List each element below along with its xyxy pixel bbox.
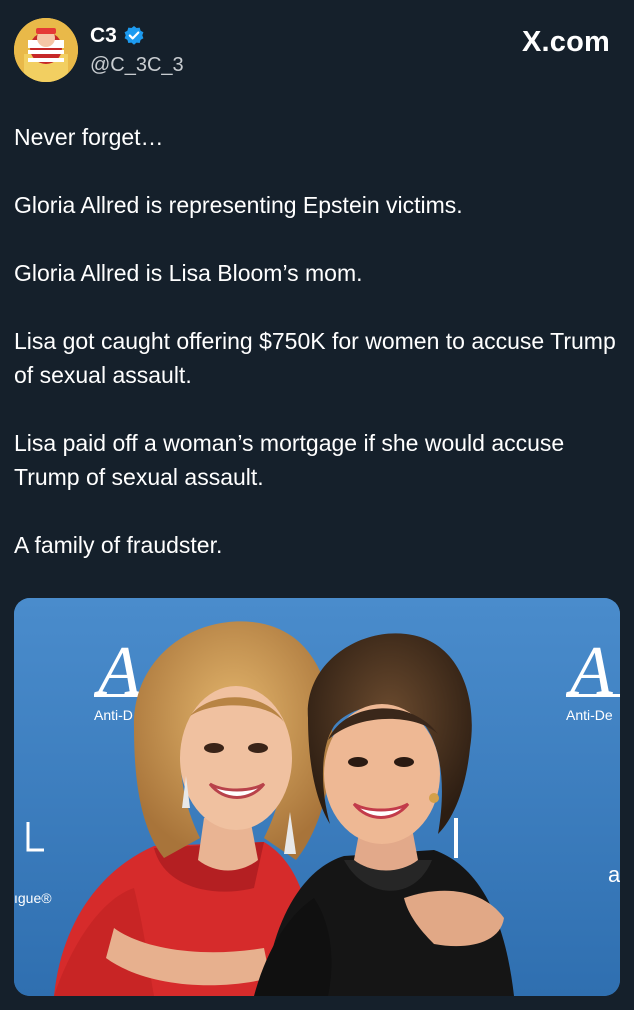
verified-badge-icon bbox=[123, 25, 145, 47]
tweet-paragraph: Gloria Allred is representing Epstein vi… bbox=[14, 192, 463, 218]
backdrop-logo-left: A bbox=[94, 633, 141, 710]
tweet-paragraph: Lisa got caught offering $750K for women… bbox=[14, 328, 616, 388]
tweet-paragraph: Lisa paid off a woman’s mortgage if she … bbox=[14, 430, 565, 490]
tweet-paragraph: A family of fraudster. bbox=[14, 532, 223, 558]
avatar[interactable] bbox=[14, 18, 78, 82]
tweet-text: Never forget… Gloria Allred is represent… bbox=[14, 120, 620, 562]
author-handle[interactable]: @C_3C_3 bbox=[90, 54, 184, 77]
backdrop-caption-left: Anti-D bbox=[94, 707, 133, 723]
x-com-brand: X.com bbox=[521, 26, 610, 58]
backdrop-logo-right: A bbox=[566, 633, 613, 710]
display-name[interactable]: C3 bbox=[90, 24, 117, 48]
backdrop-edge-right: a bbox=[608, 862, 620, 887]
display-name-row[interactable]: C3 bbox=[90, 24, 145, 48]
tweet-photo[interactable]: A Anti-D A Anti-De ıgue® a bbox=[14, 598, 620, 996]
tweet-paragraph: Gloria Allred is Lisa Bloom’s mom. bbox=[14, 260, 363, 286]
backdrop-edge-left: ıgue® bbox=[14, 890, 52, 906]
tweet-paragraph: Never forget… bbox=[14, 124, 164, 150]
backdrop-caption-right: Anti-De bbox=[566, 707, 613, 723]
